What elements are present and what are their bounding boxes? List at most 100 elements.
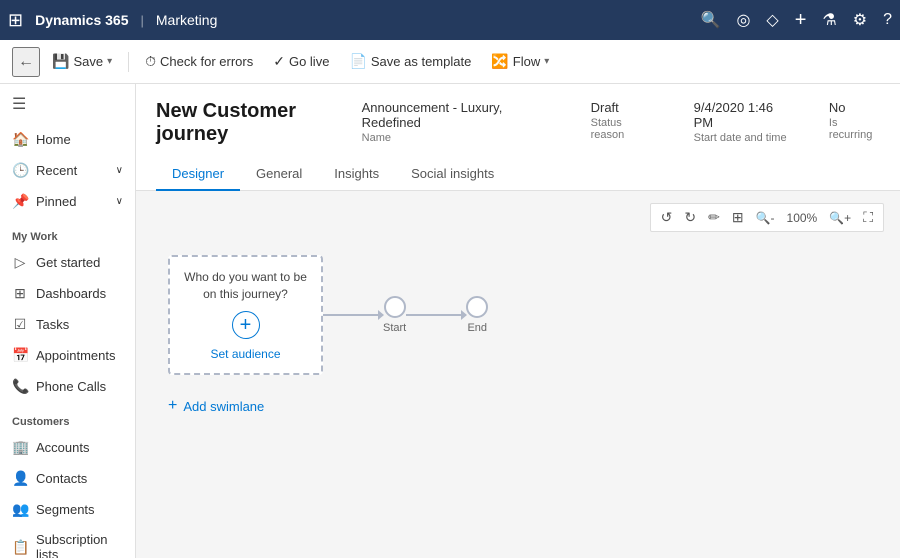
sidebar-item-label: Get started [36,255,100,270]
swimlane-1: Who do you want to be on this journey? +… [168,255,868,375]
app-grid-icon[interactable]: ⊞ [8,10,23,31]
sidebar-item-tasks[interactable]: ☑ Tasks [0,309,135,340]
module-name: Marketing [156,12,217,28]
tab-general[interactable]: General [240,158,318,191]
filter-icon[interactable]: ⚗ [822,10,836,30]
sidebar-item-dashboards[interactable]: ⊞ Dashboards [0,278,135,309]
save-template-button[interactable]: 📄 Save as template [341,49,479,74]
tab-insights[interactable]: Insights [318,158,395,191]
customers-label: Customers [0,406,135,432]
sidebar-item-contacts[interactable]: 👤 Contacts [0,463,135,494]
tab-designer[interactable]: Designer [156,158,240,191]
flow-icon: 🔀 [491,53,508,70]
zoom-out-button[interactable]: 🔍- [752,209,779,227]
sidebar-item-label: Accounts [36,440,89,455]
back-button[interactable]: ← [12,47,40,77]
connector-1 [323,314,383,316]
sidebar-item-label: Pinned [36,194,76,209]
main-area: ☰ 🏠 Home 🕒 Recent ∨ 📌 Pinned ∨ My Work ▷… [0,84,900,558]
tab-social-insights[interactable]: Social insights [395,158,510,191]
accounts-icon: 🏢 [12,439,28,456]
flow-button[interactable]: 🔀 Flow ▾ [483,49,557,74]
sidebar-item-pinned[interactable]: 📌 Pinned ∨ [0,186,135,217]
audience-text: Who do you want to be on this journey? [182,269,309,303]
top-nav: ⊞ Dynamics 365 | Marketing 🔍 ◎ ◇ + ⚗ ⚙ ? [0,0,900,40]
save-button[interactable]: 💾 Save ▾ [44,49,120,74]
sidebar-toggle[interactable]: ☰ [0,84,135,124]
zoom-level-label: 100% [783,211,822,225]
meta-name-value: Announcement - Luxury, Redefined [362,100,551,130]
check-errors-icon: ⏱ [145,53,156,70]
page-meta: Announcement - Luxury, Redefined Name Dr… [362,100,880,144]
save-icon: 💾 [52,53,69,70]
search-icon[interactable]: 🔍 [701,10,721,30]
save-template-icon: 📄 [349,53,366,70]
meta-date: 9/4/2020 1:46 PM Start date and time [694,100,789,144]
sidebar-item-segments[interactable]: 👥 Segments [0,494,135,525]
meta-status-label: Status reason [591,117,654,141]
go-live-button[interactable]: ✓ Go live [265,49,337,74]
zoom-in-button[interactable]: 🔍+ [825,209,855,227]
meta-recurring: No Is recurring [829,100,880,141]
audience-box[interactable]: Who do you want to be on this journey? +… [168,255,323,375]
segments-icon: 👥 [12,501,28,518]
location-icon[interactable]: ◇ [766,10,778,30]
sidebar-item-recent[interactable]: 🕒 Recent ∨ [0,155,135,186]
meta-recurring-value: No [829,100,880,115]
sidebar: ☰ 🏠 Home 🕒 Recent ∨ 📌 Pinned ∨ My Work ▷… [0,84,136,558]
meta-name-label: Name [362,132,551,144]
add-icon[interactable]: + [795,9,807,32]
target-icon[interactable]: ◎ [736,10,750,30]
pinned-chevron-icon: ∨ [116,196,123,207]
journey-canvas: Who do you want to be on this journey? +… [152,255,884,421]
tasks-icon: ☑ [12,316,28,333]
sidebar-item-phone-calls[interactable]: 📞 Phone Calls [0,371,135,402]
designer-area[interactable]: ↺ ↻ ✏ ⊞ 🔍- 100% 🔍+ ⛶ Who do you want to … [136,191,900,558]
grid-tool-button[interactable]: ⊞ [728,207,748,228]
help-icon[interactable]: ? [883,11,892,29]
settings-icon[interactable]: ⚙ [853,10,867,30]
sidebar-item-accounts[interactable]: 🏢 Accounts [0,432,135,463]
save-dropdown-icon[interactable]: ▾ [107,56,112,67]
sidebar-item-label: Appointments [36,348,116,363]
sidebar-item-label: Dashboards [36,286,106,301]
undo-button[interactable]: ↺ [657,207,677,228]
sidebar-item-get-started[interactable]: ▷ Get started [0,247,135,278]
start-node-label: Start [383,322,406,334]
subscription-lists-icon: 📋 [12,539,28,556]
audience-plus-button[interactable]: + [232,311,260,339]
add-swimlane-label: Add swimlane [183,399,264,414]
meta-name: Announcement - Luxury, Redefined Name [362,100,551,144]
sidebar-item-appointments[interactable]: 📅 Appointments [0,340,135,371]
my-work-section: ▷ Get started ⊞ Dashboards ☑ Tasks 📅 App… [0,247,135,402]
go-live-icon: ✓ [273,53,285,70]
toolbar: ← 💾 Save ▾ ⏱ Check for errors ✓ Go live … [0,40,900,84]
recent-chevron-icon: ∨ [116,165,123,176]
add-swimlane-button[interactable]: + Add swimlane [168,391,868,421]
toolbar-divider-1 [128,52,129,72]
designer-toolbar: ↺ ↻ ✏ ⊞ 🔍- 100% 🔍+ ⛶ [650,203,884,232]
contacts-icon: 👤 [12,470,28,487]
sidebar-item-label: Recent [36,163,77,178]
meta-date-label: Start date and time [694,132,789,144]
meta-recurring-label: Is recurring [829,117,880,141]
fullscreen-button[interactable]: ⛶ [859,207,877,228]
check-errors-button[interactable]: ⏱ Check for errors [137,49,261,74]
meta-status: Draft Status reason [591,100,654,141]
sidebar-nav-section: 🏠 Home 🕒 Recent ∨ 📌 Pinned ∨ [0,124,135,217]
page-title: New Customer journey [156,100,362,146]
page-header: New Customer journey Announcement - Luxu… [136,84,900,191]
sidebar-item-home[interactable]: 🏠 Home [0,124,135,155]
add-swimlane-icon: + [168,397,177,415]
edit-tool-button[interactable]: ✏ [704,207,724,228]
set-audience-link[interactable]: Set audience [210,347,280,361]
flow-dropdown-icon[interactable]: ▾ [544,56,549,67]
tabs: Designer General Insights Social insight… [156,158,880,190]
redo-button[interactable]: ↻ [680,207,700,228]
sidebar-item-label: Contacts [36,471,87,486]
sidebar-item-label: Subscription lists [36,532,123,558]
customers-section: 🏢 Accounts 👤 Contacts 👥 Segments 📋 Subsc… [0,432,135,558]
meta-date-value: 9/4/2020 1:46 PM [694,100,789,130]
brand-name: Dynamics 365 [35,12,128,28]
sidebar-item-subscription-lists[interactable]: 📋 Subscription lists [0,525,135,558]
